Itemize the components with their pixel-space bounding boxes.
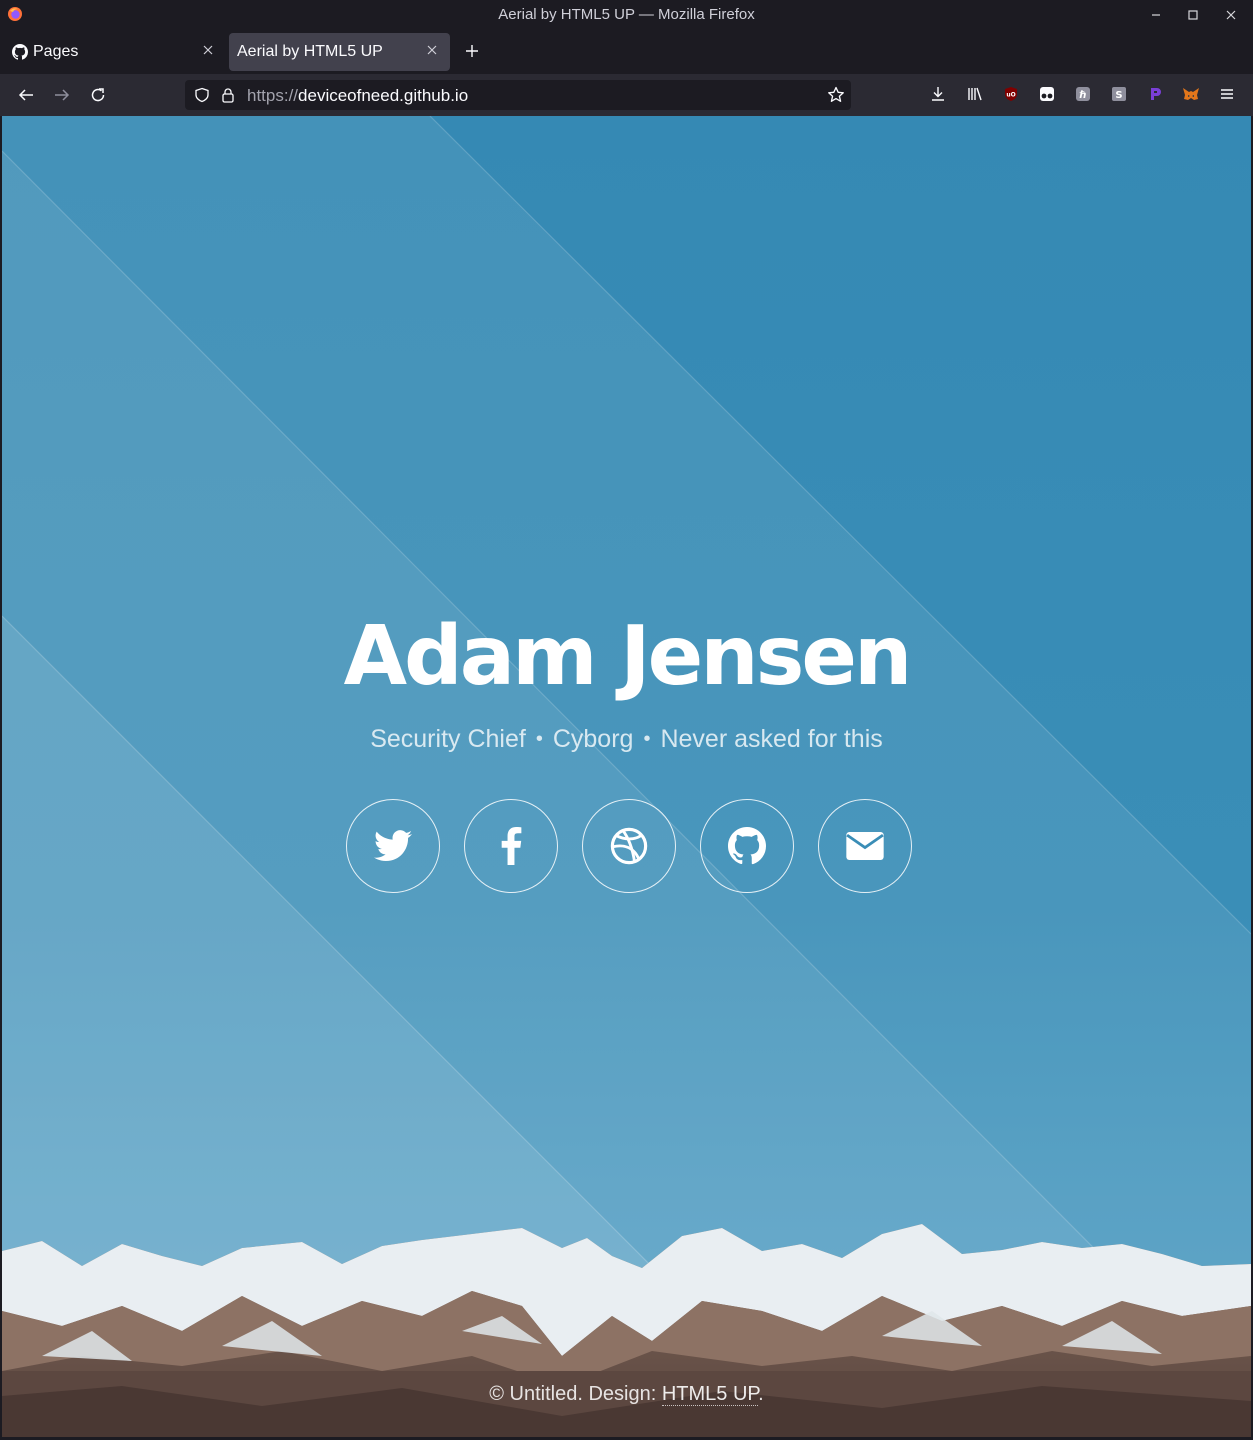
ublock-extension-button[interactable]: uO — [1002, 85, 1020, 103]
extension-s-icon: S — [1112, 87, 1126, 101]
github-icon — [12, 44, 28, 60]
extension-h-button[interactable]: ℏ — [1074, 85, 1092, 103]
maximize-button[interactable] — [1182, 4, 1204, 26]
tab-aerial[interactable]: Aerial by HTML5 UP — [229, 33, 450, 71]
facebook-icon — [501, 827, 522, 865]
tab-label: Aerial by HTML5 UP — [237, 43, 383, 60]
web-page: Adam Jensen Security Chief • Cyborg • Never … — [2, 116, 1251, 1437]
tagline-item: Cyborg — [552, 725, 634, 753]
lock-icon[interactable] — [221, 87, 235, 103]
library-button[interactable] — [966, 85, 984, 103]
back-button[interactable] — [15, 84, 37, 106]
minimize-button[interactable] — [1145, 4, 1167, 26]
footer-copyright: © Untitled. Design: — [489, 1383, 662, 1405]
close-icon — [427, 45, 437, 55]
social-links — [346, 799, 916, 893]
plus-icon — [466, 45, 478, 57]
close-icon — [1226, 10, 1236, 20]
tab-pages[interactable]: Pages — [4, 33, 226, 71]
extension-h-icon: ℏ — [1076, 87, 1090, 101]
extension-p-button[interactable] — [1146, 85, 1164, 103]
tampermonkey-extension-button[interactable] — [1038, 85, 1056, 103]
star-icon[interactable] — [827, 86, 845, 104]
ublock-icon: uO — [1005, 87, 1017, 101]
svg-text:uO: uO — [1006, 92, 1015, 99]
tab-label: Pages — [33, 43, 79, 60]
close-icon — [203, 45, 213, 55]
forward-button[interactable] — [51, 84, 73, 106]
extension-p-icon — [1151, 88, 1161, 100]
arrow-right-icon — [55, 89, 70, 101]
twitter-link[interactable] — [346, 799, 440, 893]
github-link[interactable] — [700, 799, 794, 893]
url-scheme: https:// — [247, 86, 299, 105]
dribbble-link[interactable] — [582, 799, 676, 893]
bullet-separator: • — [535, 728, 543, 750]
twitter-icon — [374, 830, 412, 862]
address-bar[interactable]: https://deviceofneed.github.io — [185, 80, 851, 110]
hero-name: Adam Jensen — [343, 609, 913, 704]
navigation-toolbar: https://deviceofneed.github.io uO ℏ S — [0, 74, 1253, 116]
metamask-icon — [1183, 88, 1199, 100]
envelope-icon — [846, 832, 884, 860]
svg-text:ℏ: ℏ — [1079, 90, 1086, 101]
tagline-item: Security Chief — [370, 725, 526, 753]
library-icon — [968, 87, 982, 101]
dribbble-icon — [610, 827, 648, 865]
metamask-extension-button[interactable] — [1182, 85, 1200, 103]
hero-section: Adam Jensen Security Chief • Cyborg • Never … — [2, 116, 1251, 1437]
minimize-icon — [1152, 14, 1160, 16]
arrow-left-icon — [18, 89, 33, 101]
url-host: deviceofneed.github.io — [298, 86, 469, 105]
html5up-link[interactable]: HTML5 UP — [661, 1383, 759, 1406]
shield-icon[interactable] — [194, 87, 210, 103]
close-window-button[interactable] — [1220, 4, 1242, 26]
hamburger-menu-icon — [1221, 89, 1233, 99]
url-text: https://deviceofneed.github.io — [247, 86, 468, 106]
extension-s-button[interactable]: S — [1110, 85, 1128, 103]
hero-tagline: Security Chief • Cyborg • Never asked for th… — [2, 725, 1251, 754]
reload-icon — [91, 88, 105, 102]
reload-button[interactable] — [87, 84, 109, 106]
new-tab-button[interactable] — [461, 40, 483, 62]
maximize-icon — [1188, 10, 1198, 20]
window-title: Aerial by HTML5 UP — Mozilla Firefox — [498, 6, 755, 23]
download-icon — [932, 87, 944, 101]
tab-strip: Pages Aerial by HTML5 UP — [0, 30, 1253, 74]
window-titlebar: Aerial by HTML5 UP — Mozilla Firefox — [0, 0, 1253, 30]
download-button[interactable] — [929, 85, 947, 103]
facebook-link[interactable] — [464, 799, 558, 893]
github-icon — [728, 827, 766, 865]
svg-text:S: S — [1115, 90, 1122, 101]
email-link[interactable] — [818, 799, 912, 893]
close-tab-button[interactable] — [200, 42, 216, 58]
tagline-item: Never asked for this — [660, 725, 883, 753]
menu-button[interactable] — [1218, 85, 1236, 103]
footer-suffix: . — [758, 1383, 764, 1405]
close-tab-button[interactable] — [424, 42, 440, 58]
page-footer: © Untitled. Design: HTML5 UP. — [2, 1383, 1251, 1406]
bullet-separator: • — [643, 728, 651, 750]
tampermonkey-icon — [1040, 87, 1054, 101]
